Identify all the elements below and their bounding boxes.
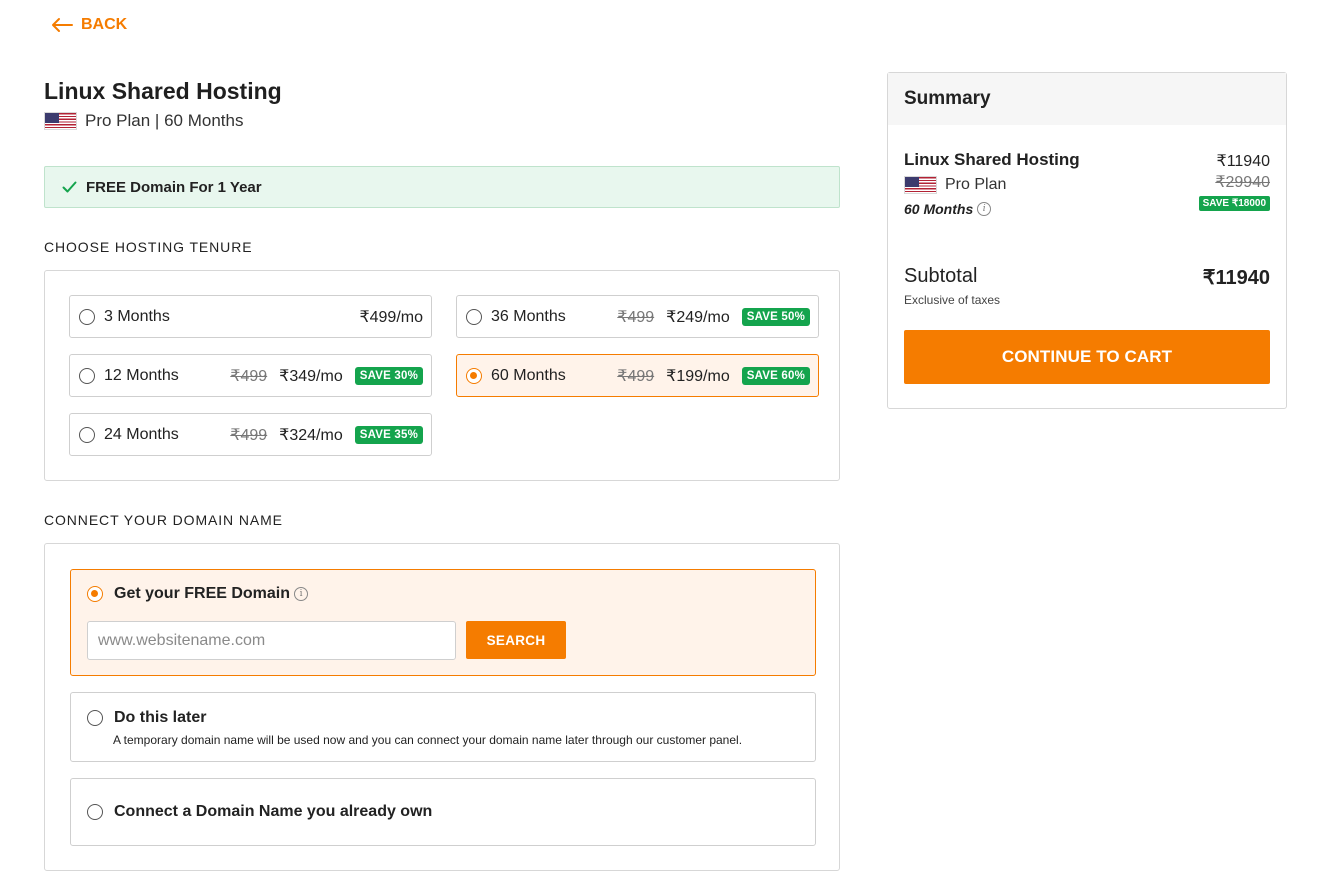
back-link[interactable]: BACK xyxy=(51,16,127,34)
tenure-price: ₹499/mo xyxy=(359,308,423,326)
arrow-left-icon xyxy=(52,18,73,32)
tenure-months: 12 Months xyxy=(104,366,179,384)
domain-search-input[interactable] xyxy=(87,621,456,660)
subtotal-label: Subtotal xyxy=(904,265,978,287)
tenure-option-24-months[interactable]: 24 Months ₹499 ₹324/mo SAVE 35% xyxy=(69,413,432,456)
free-domain-banner-text: FREE Domain For 1 Year xyxy=(86,178,262,196)
continue-to-cart-button[interactable]: CONTINUE TO CART xyxy=(904,330,1270,384)
summary-item-title: Linux Shared Hosting xyxy=(904,150,1080,169)
info-icon[interactable]: i xyxy=(294,587,309,601)
summary-plan-label: Pro Plan xyxy=(945,176,1007,193)
domain-section-label: CONNECT YOUR DOMAIN NAME xyxy=(44,512,283,528)
domain-option-free-label: Get your FREE Domain xyxy=(114,585,291,602)
back-label: BACK xyxy=(81,16,128,33)
radio-button[interactable] xyxy=(87,710,103,726)
plan-subtitle-text: Pro Plan | 60 Months xyxy=(85,111,244,130)
tenure-options-panel: 3 Months ₹499/mo 36 Months ₹499 ₹249/mo … xyxy=(44,270,840,481)
summary-save-badge: SAVE ₹18000 xyxy=(1198,196,1270,211)
tenure-option-60-months[interactable]: 60 Months ₹499 ₹199/mo SAVE 60% xyxy=(456,354,819,397)
free-domain-banner: FREE Domain For 1 Year xyxy=(44,166,840,208)
tenure-months: 36 Months xyxy=(491,307,566,325)
save-badge: SAVE 30% xyxy=(354,366,423,385)
us-flag-icon xyxy=(904,176,937,194)
tax-note: Exclusive of taxes xyxy=(904,293,1001,307)
domain-option-later-description: A temporary domain name will be used now… xyxy=(113,733,743,747)
domain-option-free[interactable]: Get your FREE Domain i SEARCH xyxy=(70,569,816,676)
check-icon xyxy=(62,181,77,193)
tenure-price: ₹349/mo xyxy=(279,367,343,385)
domain-options-panel: Get your FREE Domain i SEARCH Do this la… xyxy=(44,543,840,871)
domain-option-own-label: Connect a Domain Name you already own xyxy=(114,803,433,820)
tenure-old-price: ₹499 xyxy=(230,426,268,444)
tenure-old-price: ₹499 xyxy=(230,367,268,385)
domain-option-later[interactable]: Do this later A temporary domain name wi… xyxy=(70,692,816,762)
radio-button-selected[interactable] xyxy=(466,367,482,384)
radio-button-selected[interactable] xyxy=(87,586,103,602)
tenure-old-price: ₹499 xyxy=(617,367,655,385)
summary-plan: Pro Plan xyxy=(904,176,1006,194)
domain-option-own-row: Connect a Domain Name you already own xyxy=(87,803,432,821)
summary-duration: 60 Months i xyxy=(904,201,992,217)
tenure-section-label: CHOOSE HOSTING TENURE xyxy=(44,239,253,255)
domain-option-later-row: Do this later xyxy=(87,709,206,727)
tenure-months: 60 Months xyxy=(491,366,566,384)
domain-option-later-label: Do this later xyxy=(114,709,207,726)
save-badge: SAVE 35% xyxy=(354,425,423,444)
us-flag-icon xyxy=(44,112,77,130)
order-summary-panel: Summary Linux Shared Hosting ₹11940 ₹299… xyxy=(887,72,1287,409)
radio-button[interactable] xyxy=(466,308,482,325)
tenure-price: ₹199/mo xyxy=(666,367,730,385)
tenure-option-3-months[interactable]: 3 Months ₹499/mo xyxy=(69,295,432,338)
radio-button[interactable] xyxy=(79,426,95,443)
domain-option-own[interactable]: Connect a Domain Name you already own xyxy=(70,778,816,846)
tenure-old-price: ₹499 xyxy=(617,308,655,326)
subtotal-value: ₹11940 xyxy=(1202,267,1270,289)
summary-heading: Summary xyxy=(888,73,1286,125)
plan-subtitle: Pro Plan | 60 Months xyxy=(44,111,243,131)
tenure-price: ₹249/mo xyxy=(666,308,730,326)
domain-search-button[interactable]: SEARCH xyxy=(466,621,566,659)
save-badge: SAVE 50% xyxy=(741,307,810,326)
summary-item-old-price: ₹29940 xyxy=(1215,174,1270,191)
tenure-option-36-months[interactable]: 36 Months ₹499 ₹249/mo SAVE 50% xyxy=(456,295,819,338)
domain-option-free-row: Get your FREE Domain i xyxy=(87,585,309,603)
tenure-months: 3 Months xyxy=(104,307,170,325)
page-title: Linux Shared Hosting xyxy=(44,78,282,104)
tenure-option-12-months[interactable]: 12 Months ₹499 ₹349/mo SAVE 30% xyxy=(69,354,432,397)
tenure-months: 24 Months xyxy=(104,425,179,443)
radio-button[interactable] xyxy=(79,367,95,384)
save-badge: SAVE 60% xyxy=(741,366,810,385)
summary-item-price: ₹11940 xyxy=(1216,153,1270,170)
summary-duration-label: 60 Months xyxy=(904,201,974,217)
info-icon[interactable]: i xyxy=(977,202,992,216)
radio-button[interactable] xyxy=(79,308,95,325)
radio-button[interactable] xyxy=(87,804,103,820)
tenure-price: ₹324/mo xyxy=(279,426,343,444)
